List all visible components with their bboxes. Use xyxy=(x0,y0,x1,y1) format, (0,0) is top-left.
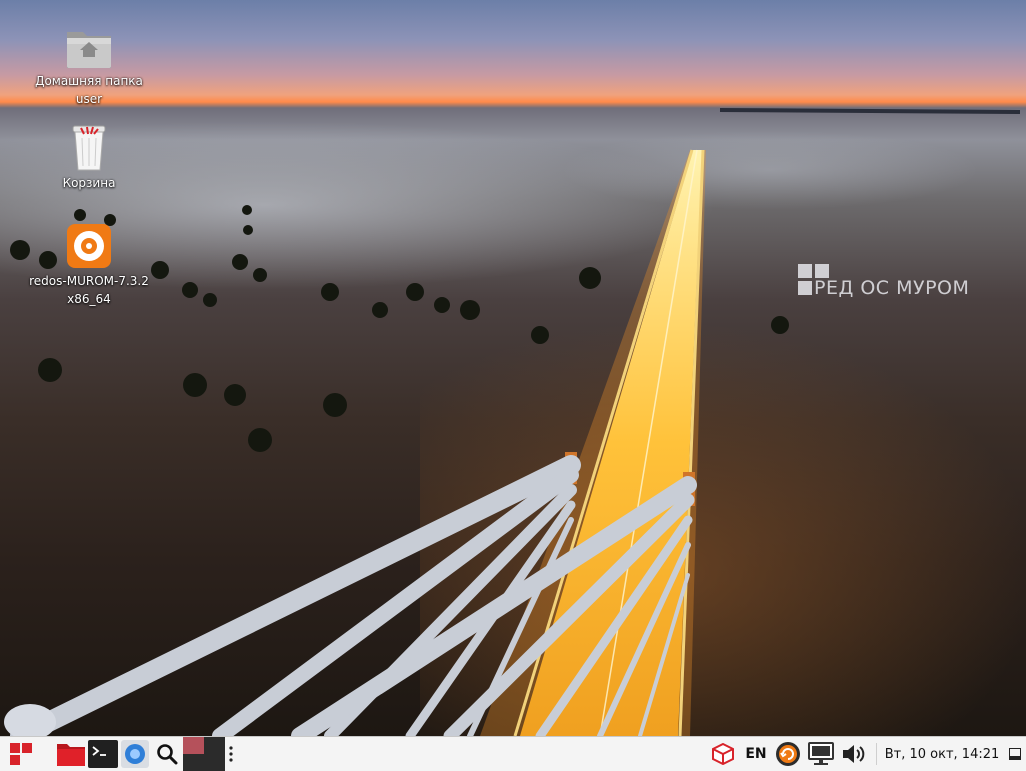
drag-handle-icon xyxy=(229,746,233,762)
file-manager-launcher[interactable] xyxy=(54,737,88,771)
workspace-2[interactable] xyxy=(204,737,225,754)
wallpaper-bridge xyxy=(4,108,1021,736)
desktop-icon-disc-label: redos-MUROM-7.3.2 xyxy=(29,274,149,288)
start-menu-button[interactable] xyxy=(4,737,38,771)
workspace-3[interactable] xyxy=(183,754,204,771)
desktop-icon-home-label-user: user xyxy=(75,92,103,106)
desktop-icon-disc[interactable]: redos-MUROM-7.3.2 x86_64 xyxy=(24,222,154,308)
keyboard-layout-label: EN xyxy=(745,746,767,762)
desktop-icon-home[interactable]: Домашняя папка user xyxy=(24,26,154,108)
workspace-1[interactable] xyxy=(183,737,204,754)
trash-icon xyxy=(72,125,106,171)
tray-divider xyxy=(876,743,877,765)
network-monitor-tray[interactable] xyxy=(805,737,837,771)
terminal-icon xyxy=(88,740,118,768)
search-launcher[interactable] xyxy=(151,737,183,771)
update-notifier-icon xyxy=(776,742,800,766)
browser-launcher[interactable] xyxy=(119,737,151,771)
desktop-icon-disc-label-arch: x86_64 xyxy=(67,292,111,306)
workspace-4[interactable] xyxy=(204,754,225,771)
package-manager-icon xyxy=(712,743,734,765)
desktop-icon-home-label: Домашняя папка xyxy=(35,74,143,88)
wallpaper-watermark: РЕД ОС МУРОМ xyxy=(814,277,970,299)
update-notifier-tray[interactable] xyxy=(772,737,804,771)
search-icon xyxy=(157,744,178,765)
volume-icon xyxy=(843,745,865,763)
desktop-wallpaper: РЕД ОС МУРОМ xyxy=(0,0,1026,736)
desktop-icon-trash[interactable]: Корзина xyxy=(24,122,154,192)
keyboard-layout-indicator[interactable]: EN xyxy=(740,737,772,771)
disc-icon xyxy=(67,224,111,268)
file-manager-icon xyxy=(57,744,85,766)
package-manager-tray[interactable] xyxy=(708,737,738,771)
home-folder-icon xyxy=(67,32,111,68)
terminal-launcher[interactable] xyxy=(87,737,119,771)
network-monitor-icon xyxy=(808,742,834,765)
browser-icon xyxy=(121,740,149,768)
clock[interactable]: Вт, 10 окт, 14:21 xyxy=(880,737,1004,771)
show-desktop-button[interactable] xyxy=(1006,737,1024,771)
show-desktop-icon xyxy=(1009,748,1021,760)
desktop-icon-trash-label: Корзина xyxy=(62,176,116,190)
taskbar: EN Вт, 10 окт, 14:21 xyxy=(0,736,1026,771)
taskbar-handle[interactable] xyxy=(226,737,236,771)
volume-tray[interactable] xyxy=(838,737,870,771)
redos-menu-icon xyxy=(10,743,32,765)
workspace-switcher[interactable] xyxy=(183,737,225,771)
